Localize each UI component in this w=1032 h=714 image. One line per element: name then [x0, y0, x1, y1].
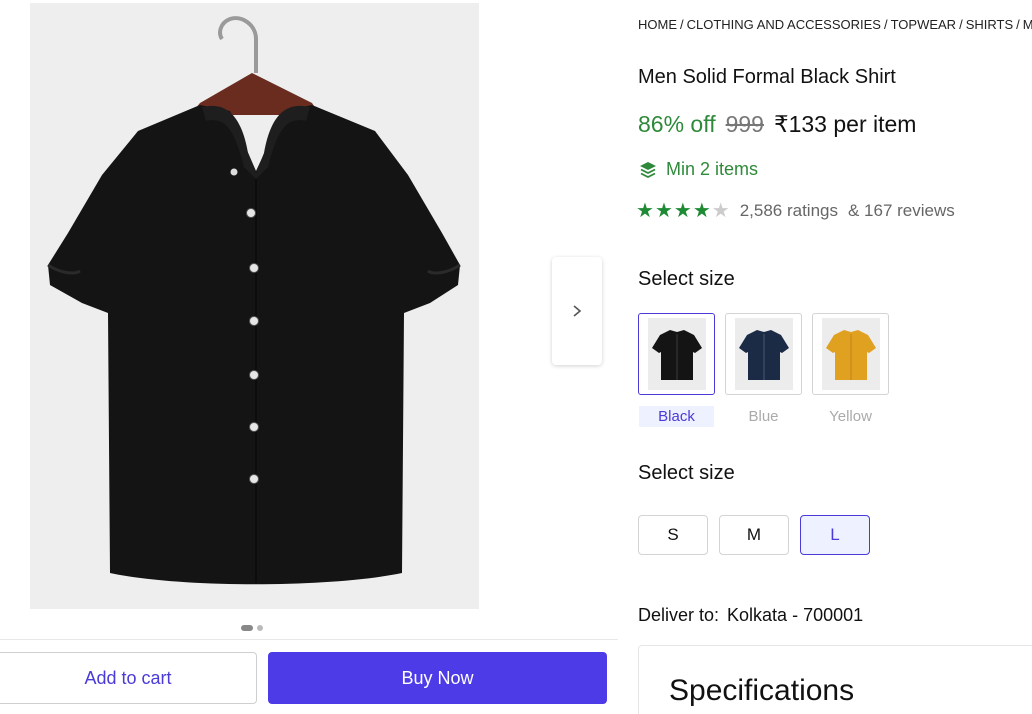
discount-text: 86% off [638, 111, 716, 137]
variant-thumb [638, 313, 715, 395]
delivery-location: Kolkata - 700001 [727, 605, 864, 625]
variant-black[interactable]: Black [638, 313, 715, 427]
star-icon: ★ [654, 200, 673, 222]
variant-thumb [812, 313, 889, 395]
rating-row[interactable]: ★ ★ ★ ★ ★ 2,586 ratings & 167 reviews [636, 201, 955, 221]
breadcrumb-shirts[interactable]: SHIRTS [966, 17, 1013, 32]
price-row: 86% off 999 ₹133 per item [638, 111, 916, 138]
variant-label: Blue [748, 408, 779, 425]
min-order-row: Min 2 items [638, 159, 758, 180]
star-icon: ★ [692, 200, 711, 222]
size-option-l[interactable]: L [800, 515, 870, 555]
delivery-row[interactable]: Deliver to: Kolkata - 700001 [638, 605, 863, 626]
variant-label: Yellow [829, 408, 872, 425]
star-rating: ★ ★ ★ ★ ★ [636, 201, 730, 221]
buy-now-label: Buy Now [401, 667, 474, 688]
layers-icon [640, 161, 656, 178]
buy-now-button[interactable]: Buy Now [268, 652, 607, 704]
star-empty-icon: ★ [711, 200, 730, 222]
reviews-count: & 167 reviews [847, 201, 955, 220]
action-bar: Add to cart Buy Now [0, 639, 618, 714]
price-text: ₹133 per item [773, 111, 917, 137]
gallery-dot[interactable] [257, 625, 263, 631]
delivery-label: Deliver to: [638, 605, 720, 625]
specifications-title: Specifications [669, 674, 855, 707]
size-option-s[interactable]: S [638, 515, 708, 555]
size-options: S M L [638, 515, 870, 555]
shirt-thumbnail [825, 330, 876, 380]
breadcrumb: HOME / CLOTHING AND ACCESSORIES / TOPWEAR / SH… [638, 17, 1032, 32]
add-to-cart-button[interactable]: Add to cart [0, 652, 257, 704]
mrp-text: 999 [725, 111, 764, 137]
shirt-thumbnail [738, 330, 789, 380]
product-title: Men Solid Formal Black Shirt [638, 66, 896, 88]
size-option-m[interactable]: M [719, 515, 789, 555]
specifications-card: Specifications [638, 645, 1032, 714]
size-section-label: Select size [638, 462, 735, 484]
breadcrumb-home[interactable]: HOME [638, 17, 677, 32]
variant-yellow[interactable]: Yellow [812, 313, 889, 427]
gallery-dots [241, 625, 263, 631]
variant-section-label: Select size [638, 268, 735, 290]
color-variants: Black Blue Yellow [638, 313, 889, 427]
breadcrumb-men[interactable]: ME [1023, 17, 1032, 32]
gallery-next-button[interactable] [552, 257, 602, 365]
gallery-dot-active[interactable] [241, 625, 253, 631]
min-order-text: Min 2 items [666, 159, 759, 179]
breadcrumb-clothing[interactable]: CLOTHING AND ACCESSORIES [687, 17, 881, 32]
variant-thumb [725, 313, 802, 395]
add-to-cart-label: Add to cart [84, 667, 172, 688]
chevron-right-icon [573, 305, 582, 317]
ratings-count: 2,586 ratings [739, 201, 838, 220]
variant-blue[interactable]: Blue [725, 313, 802, 427]
star-icon: ★ [673, 200, 692, 222]
variant-label: Black [639, 406, 714, 427]
shirt-thumbnail [651, 330, 702, 380]
product-main-image[interactable] [30, 3, 479, 609]
star-icon: ★ [636, 200, 654, 222]
breadcrumb-topwear[interactable]: TOPWEAR [891, 17, 957, 32]
